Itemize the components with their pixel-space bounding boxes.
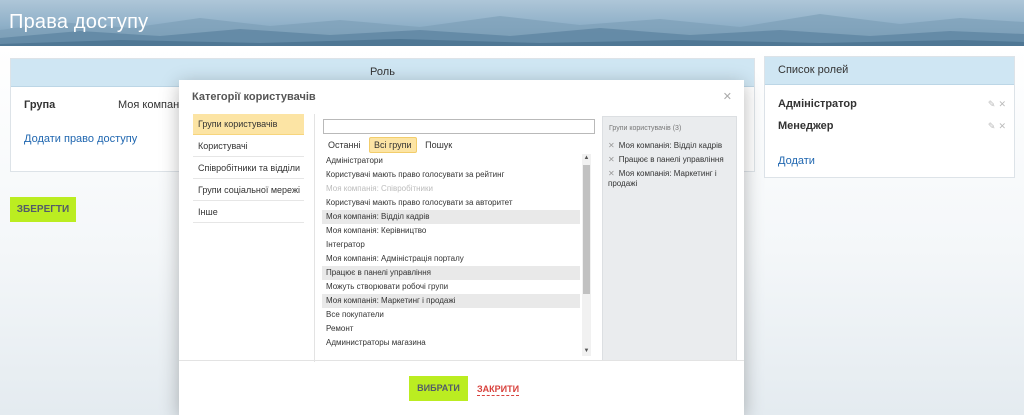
group-tabs: Останні Всі групи Пошук (324, 137, 458, 153)
close-icon[interactable]: ✕ (723, 90, 732, 103)
dialog-footer-divider (179, 360, 744, 361)
selected-groups-box: Групи користувачів (3) ✕ Моя компанія: Ві… (602, 116, 737, 361)
list-item[interactable]: Інтегратор (322, 238, 580, 252)
add-access-link[interactable]: Додати право доступу (24, 133, 137, 145)
save-button[interactable]: ЗБЕРЕГТИ (10, 197, 76, 222)
list-item[interactable]: Адміністратори (322, 154, 580, 168)
remove-icon[interactable]: ✕ (608, 141, 615, 150)
scroll-down-icon[interactable]: ▼ (582, 347, 591, 356)
group-label: Група (24, 99, 56, 111)
category-employees-departments[interactable]: Співробітники та відділи (193, 158, 304, 179)
list-item[interactable]: Моя компанія: Керівництво (322, 224, 580, 238)
page-header: Права доступу (0, 0, 1024, 46)
list-item[interactable]: Ремонт (322, 322, 580, 336)
group-list: Адміністратори Користувачі мають право г… (322, 154, 580, 349)
list-item[interactable]: Моя компанія: Маркетинг і продажі (322, 294, 580, 308)
category-list: Групи користувачів Користувачі Співробіт… (193, 114, 304, 224)
group-search-input[interactable] (323, 119, 595, 134)
add-role-link[interactable]: Додати (778, 155, 815, 167)
list-item[interactable]: Все покупатели (322, 308, 580, 322)
dialog-title: Категорії користувачів (192, 91, 316, 103)
list-item[interactable]: Користувачі мають право голосувати за ав… (322, 196, 580, 210)
user-categories-dialog: Категорії користувачів ✕ Групи користува… (179, 80, 744, 415)
category-user-groups[interactable]: Групи користувачів (193, 114, 304, 135)
selected-group-item: ✕ Моя компанія: Маркетинг і продажі (608, 169, 717, 188)
list-item[interactable]: Моя компанія: Відділ кадрів (322, 210, 580, 224)
remove-icon[interactable]: ✕ (608, 155, 615, 164)
choose-button[interactable]: ВИБРАТИ (409, 376, 468, 401)
edit-icon[interactable]: ✎ (988, 121, 996, 131)
role-item-manager[interactable]: Менеджер (778, 120, 834, 132)
list-item[interactable]: Администраторы магазина (322, 336, 580, 349)
scroll-thumb[interactable] (583, 165, 590, 294)
list-item[interactable]: Моя компанія: Співробітники (322, 182, 580, 196)
tab-recent[interactable]: Останні (324, 138, 364, 152)
roles-panel-heading: Список ролей (765, 57, 1014, 85)
delete-icon[interactable]: ✕ (998, 121, 1006, 131)
group-list-scrollbar[interactable]: ▲ ▼ (582, 154, 591, 356)
category-users[interactable]: Користувачі (193, 136, 304, 157)
list-item[interactable]: Моя компанія: Адміністрація порталу (322, 252, 580, 266)
mountain-backdrop (0, 14, 1024, 46)
close-button[interactable]: ЗАКРИТИ (477, 384, 520, 396)
page-title: Права доступу (9, 11, 149, 33)
role-item-admin[interactable]: Адміністратор (778, 98, 857, 110)
category-social-groups[interactable]: Групи соціальної мережі (193, 180, 304, 201)
role-actions: ✎ ✕ (985, 99, 1006, 110)
tab-search[interactable]: Пошук (421, 138, 456, 152)
selected-group-item: ✕ Моя компанія: Відділ кадрів (608, 141, 723, 150)
list-item[interactable]: Працює в панелі управління (322, 266, 580, 280)
selected-group-item: ✕ Працює в панелі управління (608, 155, 724, 164)
edit-icon[interactable]: ✎ (988, 99, 996, 109)
tab-all-groups[interactable]: Всі групи (368, 137, 417, 153)
scroll-up-icon[interactable]: ▲ (582, 154, 591, 163)
roles-panel: Список ролей Адміністратор ✎ ✕ Менеджер ✎… (764, 56, 1015, 178)
category-other[interactable]: Інше (193, 202, 304, 223)
delete-icon[interactable]: ✕ (998, 99, 1006, 109)
remove-icon[interactable]: ✕ (608, 169, 615, 178)
dialog-divider (314, 114, 315, 362)
selected-groups-heading: Групи користувачів (3) (609, 125, 682, 132)
role-actions: ✎ ✕ (985, 121, 1006, 132)
list-item[interactable]: Можуть створювати робочі групи (322, 280, 580, 294)
list-item[interactable]: Користувачі мають право голосувати за ре… (322, 168, 580, 182)
